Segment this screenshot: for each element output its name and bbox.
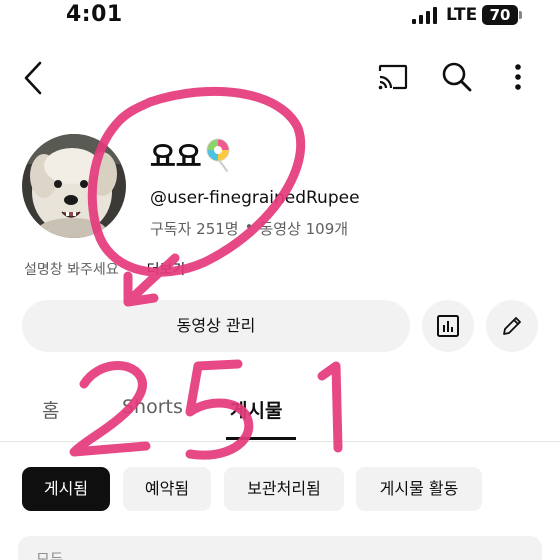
analytics-button[interactable] [422, 300, 474, 352]
post-card[interactable]: 모두 [18, 536, 542, 560]
chip-archived[interactable]: 보관처리됨 [224, 467, 344, 511]
active-tab-indicator [226, 437, 296, 440]
tab-shorts[interactable]: Shorts [122, 396, 183, 418]
more-vert-icon [515, 64, 521, 90]
signal-icon [412, 7, 438, 24]
video-count: 동영상 109개 [259, 220, 349, 238]
channel-avatar[interactable] [22, 134, 126, 238]
cast-icon [378, 64, 408, 90]
battery-icon: 70 [482, 5, 522, 25]
lollipop-emoji-icon [206, 138, 229, 172]
chevron-left-icon [24, 61, 42, 95]
status-time: 4:01 [66, 2, 123, 27]
channel-handle: @user-finegrainedRupee [150, 188, 360, 208]
subscriber-count: 구독자 251명 [150, 220, 239, 238]
analytics-icon [437, 315, 459, 337]
annotation-arrowhead [123, 271, 159, 307]
back-button[interactable] [18, 58, 50, 98]
chip-post-activity[interactable]: 게시물 활동 [356, 467, 482, 511]
top-app-bar [0, 52, 560, 104]
search-icon [442, 62, 472, 92]
channel-description[interactable]: 설명창 봐주세요 더보기 [24, 259, 185, 279]
post-card-text: 모두 [36, 550, 64, 560]
channel-name-text: 요요 [150, 140, 202, 173]
status-bar: 4:01 LTE 70 [0, 0, 560, 34]
pencil-icon [503, 317, 521, 335]
search-button[interactable] [440, 60, 474, 94]
description-text: 설명창 봐주세요 [24, 262, 119, 278]
channel-name: 요요 [150, 135, 232, 175]
channel-stats: 구독자 251명 • 동영상 109개 [150, 218, 348, 239]
manage-videos-button[interactable]: 동영상 관리 [22, 300, 410, 352]
cast-button[interactable] [376, 62, 410, 92]
more-options-button[interactable] [508, 62, 528, 92]
chip-scheduled[interactable]: 예약됨 [123, 467, 211, 511]
battery-level: 70 [482, 5, 518, 25]
chip-published[interactable]: 게시됨 [22, 467, 110, 511]
channel-tabs: 홈 Shorts 게시물 [0, 386, 560, 442]
more-link[interactable]: 더보기 [147, 259, 186, 279]
edit-button[interactable] [486, 300, 538, 352]
dog-avatar-image [22, 134, 126, 238]
stats-separator: • [244, 218, 254, 236]
tab-posts[interactable]: 게시물 [230, 396, 282, 423]
network-label: LTE [446, 5, 478, 25]
tab-home[interactable]: 홈 [42, 396, 59, 423]
